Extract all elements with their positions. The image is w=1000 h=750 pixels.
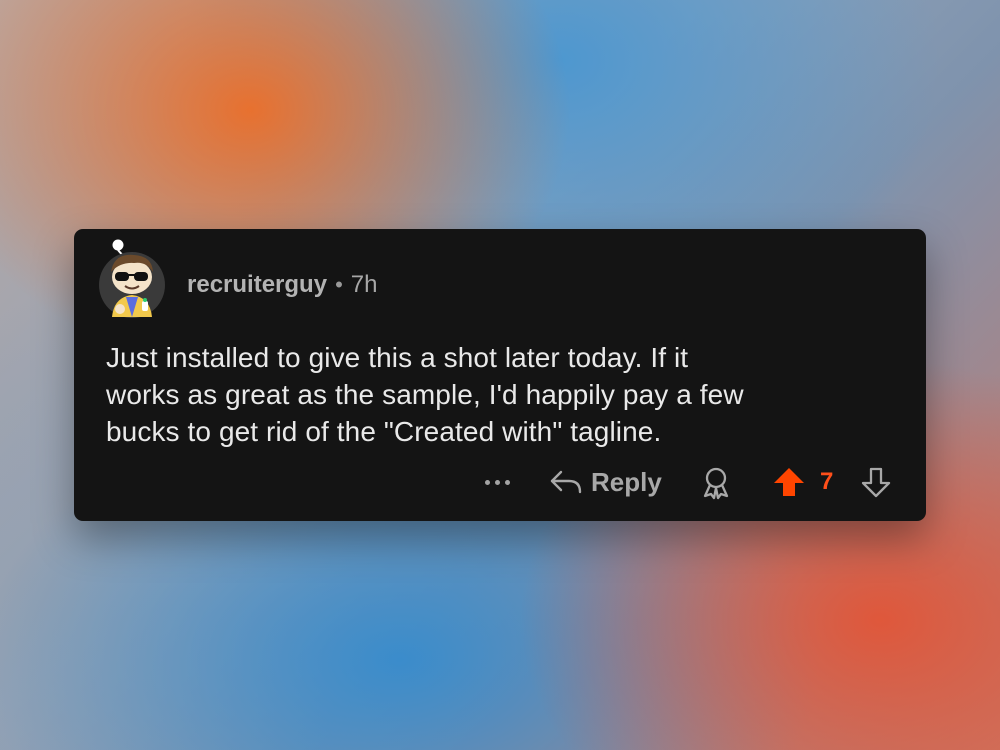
reply-label: Reply bbox=[591, 466, 662, 497]
timestamp: 7h bbox=[350, 271, 378, 298]
downvote-arrow-icon bbox=[861, 467, 891, 498]
award-button[interactable] bbox=[700, 466, 732, 505]
reply-button[interactable]: Reply bbox=[549, 463, 662, 501]
avatar[interactable] bbox=[96, 239, 168, 319]
vote-count: 7 bbox=[820, 468, 834, 495]
comment-header: recruiterguy • 7h bbox=[187, 268, 377, 302]
username[interactable]: recruiterguy bbox=[187, 271, 327, 299]
more-horizontal-icon bbox=[484, 479, 490, 485]
separator-dot: • bbox=[335, 272, 343, 297]
upvote-arrow-icon bbox=[774, 468, 804, 496]
background: recruiterguy • 7h Just installed to give… bbox=[0, 0, 1000, 750]
comment-body: Just installed to give this a shot later… bbox=[106, 342, 744, 447]
upvote-button[interactable] bbox=[772, 466, 806, 503]
downvote-button[interactable] bbox=[861, 466, 891, 503]
reply-arrow-icon bbox=[550, 470, 582, 494]
award-ribbon-icon bbox=[703, 467, 729, 500]
more-options-button[interactable] bbox=[480, 470, 514, 494]
